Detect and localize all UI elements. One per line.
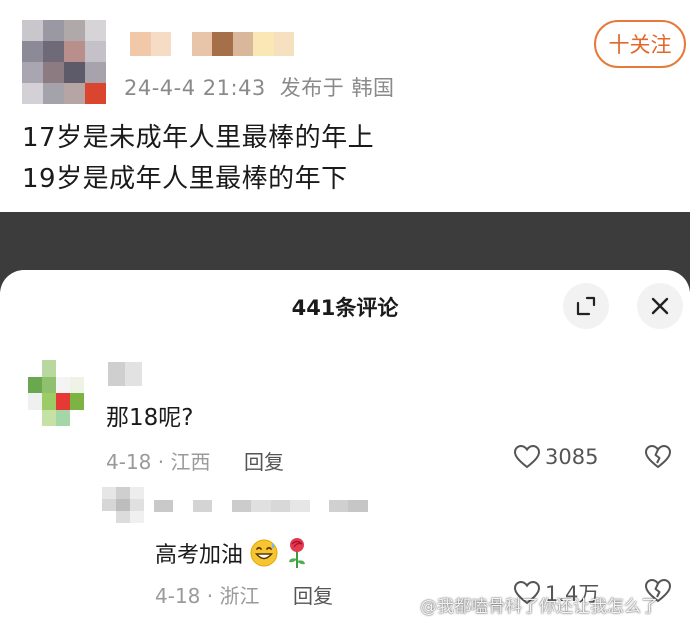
commenter-name[interactable]: [108, 362, 142, 386]
post-text-line: 19岁是成年人里最棒的年下: [22, 164, 348, 194]
replier-avatar[interactable]: [102, 487, 144, 523]
heart-icon: [513, 444, 541, 469]
post-author-avatar[interactable]: [22, 20, 106, 104]
commenter-avatar[interactable]: [28, 360, 84, 426]
reply-button[interactable]: 回复: [293, 580, 333, 609]
replier-name[interactable]: [154, 500, 368, 512]
like-count: 3085: [545, 445, 599, 469]
expand-icon: [576, 296, 596, 316]
post-meta: 24-4-4 21:43 发布于 韩国: [124, 72, 394, 102]
post-text-line: 17岁是未成年人里最棒的年上: [22, 123, 375, 153]
watermark: @我都嗑骨科了你还让我怎么了: [420, 597, 658, 617]
broken-heart-icon: [644, 444, 672, 469]
grinning-sweat-face-emoji: [250, 539, 278, 567]
comment-text: 那18呢?: [106, 405, 194, 431]
reply-text-content: 高考加油: [155, 543, 244, 568]
expand-button[interactable]: [563, 283, 609, 329]
post-location: 发布于 韩国: [279, 76, 395, 100]
post-author-name[interactable]: [130, 32, 294, 56]
rose-emoji: [289, 538, 306, 568]
post-date: 24-4-4 21:43: [124, 76, 266, 100]
follow-button[interactable]: 十关注: [594, 20, 686, 68]
reply-text: 高考加油: [155, 537, 309, 569]
comment-date-location: 4-18 · 江西: [106, 450, 211, 474]
close-icon: [651, 297, 669, 315]
dislike-button[interactable]: [644, 444, 672, 474]
reply-button[interactable]: 回复: [244, 446, 284, 475]
close-button[interactable]: [637, 283, 683, 329]
like-button[interactable]: 3085: [513, 444, 598, 470]
reply-date-location: 4-18 · 浙江: [155, 584, 260, 608]
